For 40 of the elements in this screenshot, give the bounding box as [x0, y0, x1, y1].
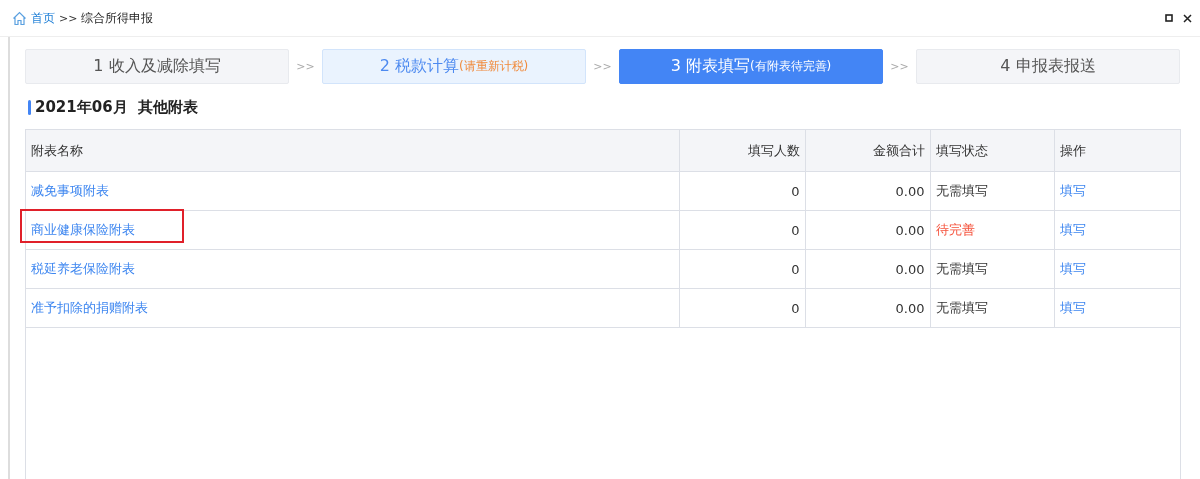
breadcrumb-separator: >>	[59, 11, 78, 25]
table-cell: 0	[679, 249, 805, 289]
table-link[interactable]: 准予扣除的捐赠附表	[31, 300, 148, 315]
table-link[interactable]: 商业健康保险附表	[31, 222, 135, 237]
step-tab[interactable]: 1 收入及减除填写	[25, 49, 289, 84]
step-tab[interactable]: 3 附表填写(有附表待完善)	[619, 49, 883, 84]
column-header: 附表名称	[26, 130, 679, 172]
fill-link[interactable]: 填写	[1059, 300, 1086, 315]
fill-link[interactable]: 填写	[1059, 261, 1086, 276]
status-text: 无需填写	[935, 261, 988, 276]
close-icon[interactable]	[1183, 13, 1192, 23]
fill-link[interactable]: 填写	[1059, 222, 1086, 237]
table-link[interactable]: 减免事项附表	[31, 183, 109, 198]
column-header: 填写人数	[679, 130, 805, 172]
step-separator: >>	[889, 60, 910, 73]
step-tab[interactable]: 2 税款计算(请重新计税)	[322, 49, 586, 84]
table-cell: 0.00	[805, 288, 930, 328]
table-cell: 0.00	[805, 171, 930, 211]
step-tab[interactable]: 4 申报表报送	[916, 49, 1180, 84]
table-cell: 0	[679, 171, 805, 211]
table-cell: 0.00	[805, 210, 930, 250]
column-header: 金额合计	[805, 130, 930, 172]
restore-icon[interactable]	[1165, 14, 1173, 22]
status-text: 无需填写	[935, 300, 988, 315]
status-text: 待完善	[935, 222, 975, 237]
table-link[interactable]: 税延养老保险附表	[31, 261, 135, 276]
table-cell: 0.00	[805, 249, 930, 289]
table-cell: 0	[679, 288, 805, 328]
fill-link[interactable]: 填写	[1059, 183, 1086, 198]
step-separator: >>	[295, 60, 316, 73]
step-separator: >>	[592, 60, 613, 73]
column-header: 填写状态	[930, 130, 1054, 172]
accent-bar	[28, 100, 31, 115]
section-title: 2021年06月 其他附表	[35, 98, 199, 117]
home-icon[interactable]	[12, 10, 27, 26]
status-text: 无需填写	[935, 183, 988, 198]
column-header: 操作	[1054, 130, 1180, 172]
page-title: 综合所得申报	[81, 9, 154, 27]
table-cell: 0	[679, 210, 805, 250]
home-link[interactable]: 首页	[31, 9, 55, 27]
